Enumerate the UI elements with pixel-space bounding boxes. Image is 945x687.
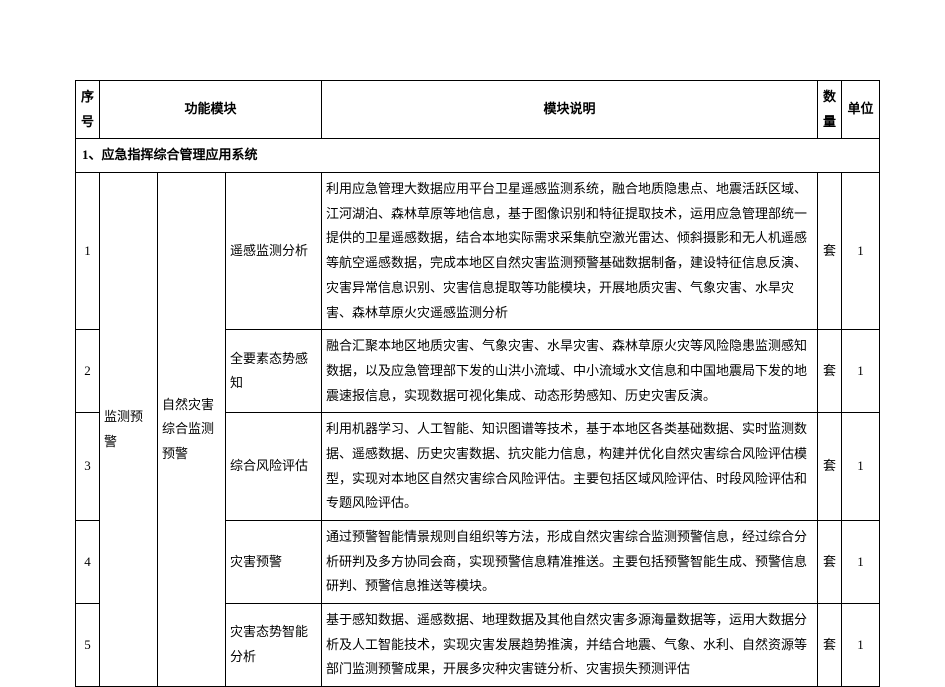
cell-qty: 套 (818, 413, 842, 521)
cell-desc: 利用应急管理大数据应用平台卫星遥感监测系统，融合地质隐患点、地震活跃区域、江河湖… (322, 173, 818, 330)
cell-seq: 1 (76, 173, 100, 330)
cell-desc: 融合汇聚本地区地质灾害、气象灾害、水旱灾害、森林草原火灾等风险隐患监测感知数据，… (322, 330, 818, 413)
cell-seq: 4 (76, 521, 100, 604)
cell-module-l3: 灾害预警 (226, 521, 322, 604)
cell-qty: 套 (818, 330, 842, 413)
cell-seq: 2 (76, 330, 100, 413)
cell-module-l3: 遥感监测分析 (226, 173, 322, 330)
cell-unit: 1 (842, 604, 880, 687)
cell-module-l3: 灾害态势智能分析 (226, 604, 322, 687)
spec-table: 序号 功能模块 模块说明 数量 单位 1、应急指挥综合管理应用系统 1 监测预警… (75, 80, 880, 687)
cell-qty: 套 (818, 521, 842, 604)
section-title: 1、应急指挥综合管理应用系统 (76, 139, 880, 173)
section-row: 1、应急指挥综合管理应用系统 (76, 139, 880, 173)
cell-module-l3: 全要素态势感知 (226, 330, 322, 413)
cell-qty: 套 (818, 173, 842, 330)
cell-module-l3: 综合风险评估 (226, 413, 322, 521)
cell-desc: 通过预警智能情景规则自组织等方法，形成自然灾害综合监测预警信息，经过综合分析研判… (322, 521, 818, 604)
cell-seq: 3 (76, 413, 100, 521)
header-qty: 数量 (818, 81, 842, 139)
cell-module-l1: 监测预警 (100, 173, 158, 687)
cell-desc: 利用机器学习、人工智能、知识图谱等技术，基于本地区各类基础数据、实时监测数据、遥… (322, 413, 818, 521)
table-header-row: 序号 功能模块 模块说明 数量 单位 (76, 81, 880, 139)
cell-unit: 1 (842, 330, 880, 413)
header-desc: 模块说明 (322, 81, 818, 139)
table-row: 1 监测预警 自然灾害综合监测预警 遥感监测分析 利用应急管理大数据应用平台卫星… (76, 173, 880, 330)
cell-module-l2: 自然灾害综合监测预警 (158, 173, 226, 687)
header-module: 功能模块 (100, 81, 322, 139)
cell-qty: 套 (818, 604, 842, 687)
cell-seq: 5 (76, 604, 100, 687)
cell-unit: 1 (842, 413, 880, 521)
header-seq: 序号 (76, 81, 100, 139)
header-unit: 单位 (842, 81, 880, 139)
cell-desc: 基于感知数据、遥感数据、地理数据及其他自然灾害多源海量数据等，运用大数据分析及人… (322, 604, 818, 687)
cell-unit: 1 (842, 173, 880, 330)
cell-unit: 1 (842, 521, 880, 604)
